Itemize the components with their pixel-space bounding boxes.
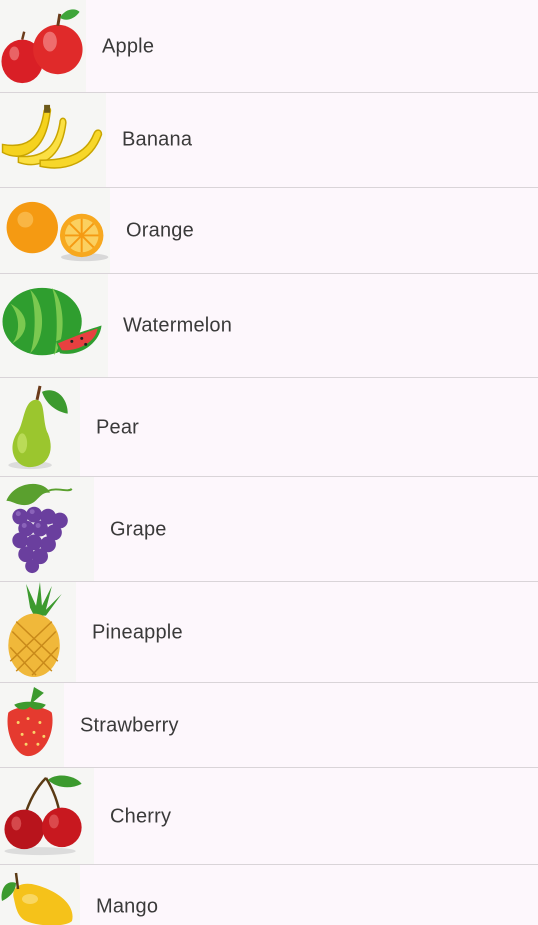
list-item-label: Pear [96, 416, 140, 439]
orange-icon [0, 188, 110, 273]
list-item-label: Watermelon [123, 314, 233, 337]
list-item-label: Pineapple [92, 621, 183, 644]
pineapple-icon [0, 582, 76, 682]
list-item-grape[interactable]: Grape [0, 477, 538, 582]
list-item-pineapple[interactable]: Pineapple [0, 582, 538, 683]
mango-icon [0, 865, 80, 925]
list-item-label: Cherry [110, 805, 172, 828]
list-item-label: Grape [110, 518, 167, 541]
list-item-label: Apple [102, 35, 155, 58]
list-item-orange[interactable]: Orange [0, 188, 538, 274]
list-item-label: Banana [122, 128, 193, 151]
cherry-icon [0, 768, 94, 864]
fruit-list: Apple Banana Orange Watermelon Pear Grap… [0, 0, 538, 925]
list-item-cherry[interactable]: Cherry [0, 768, 538, 865]
strawberry-icon [0, 683, 64, 767]
list-item-mango[interactable]: Mango [0, 865, 538, 925]
apple-icon [0, 0, 86, 92]
list-item-apple[interactable]: Apple [0, 0, 538, 93]
list-item-pear[interactable]: Pear [0, 378, 538, 477]
list-item-label: Mango [96, 895, 159, 918]
watermelon-icon [0, 274, 108, 377]
list-item-banana[interactable]: Banana [0, 93, 538, 188]
banana-icon [0, 93, 106, 187]
list-item-watermelon[interactable]: Watermelon [0, 274, 538, 378]
list-item-label: Orange [126, 219, 194, 242]
list-item-label: Strawberry [80, 714, 179, 737]
pear-icon [0, 378, 80, 476]
grape-icon [0, 477, 94, 581]
list-item-strawberry[interactable]: Strawberry [0, 683, 538, 768]
